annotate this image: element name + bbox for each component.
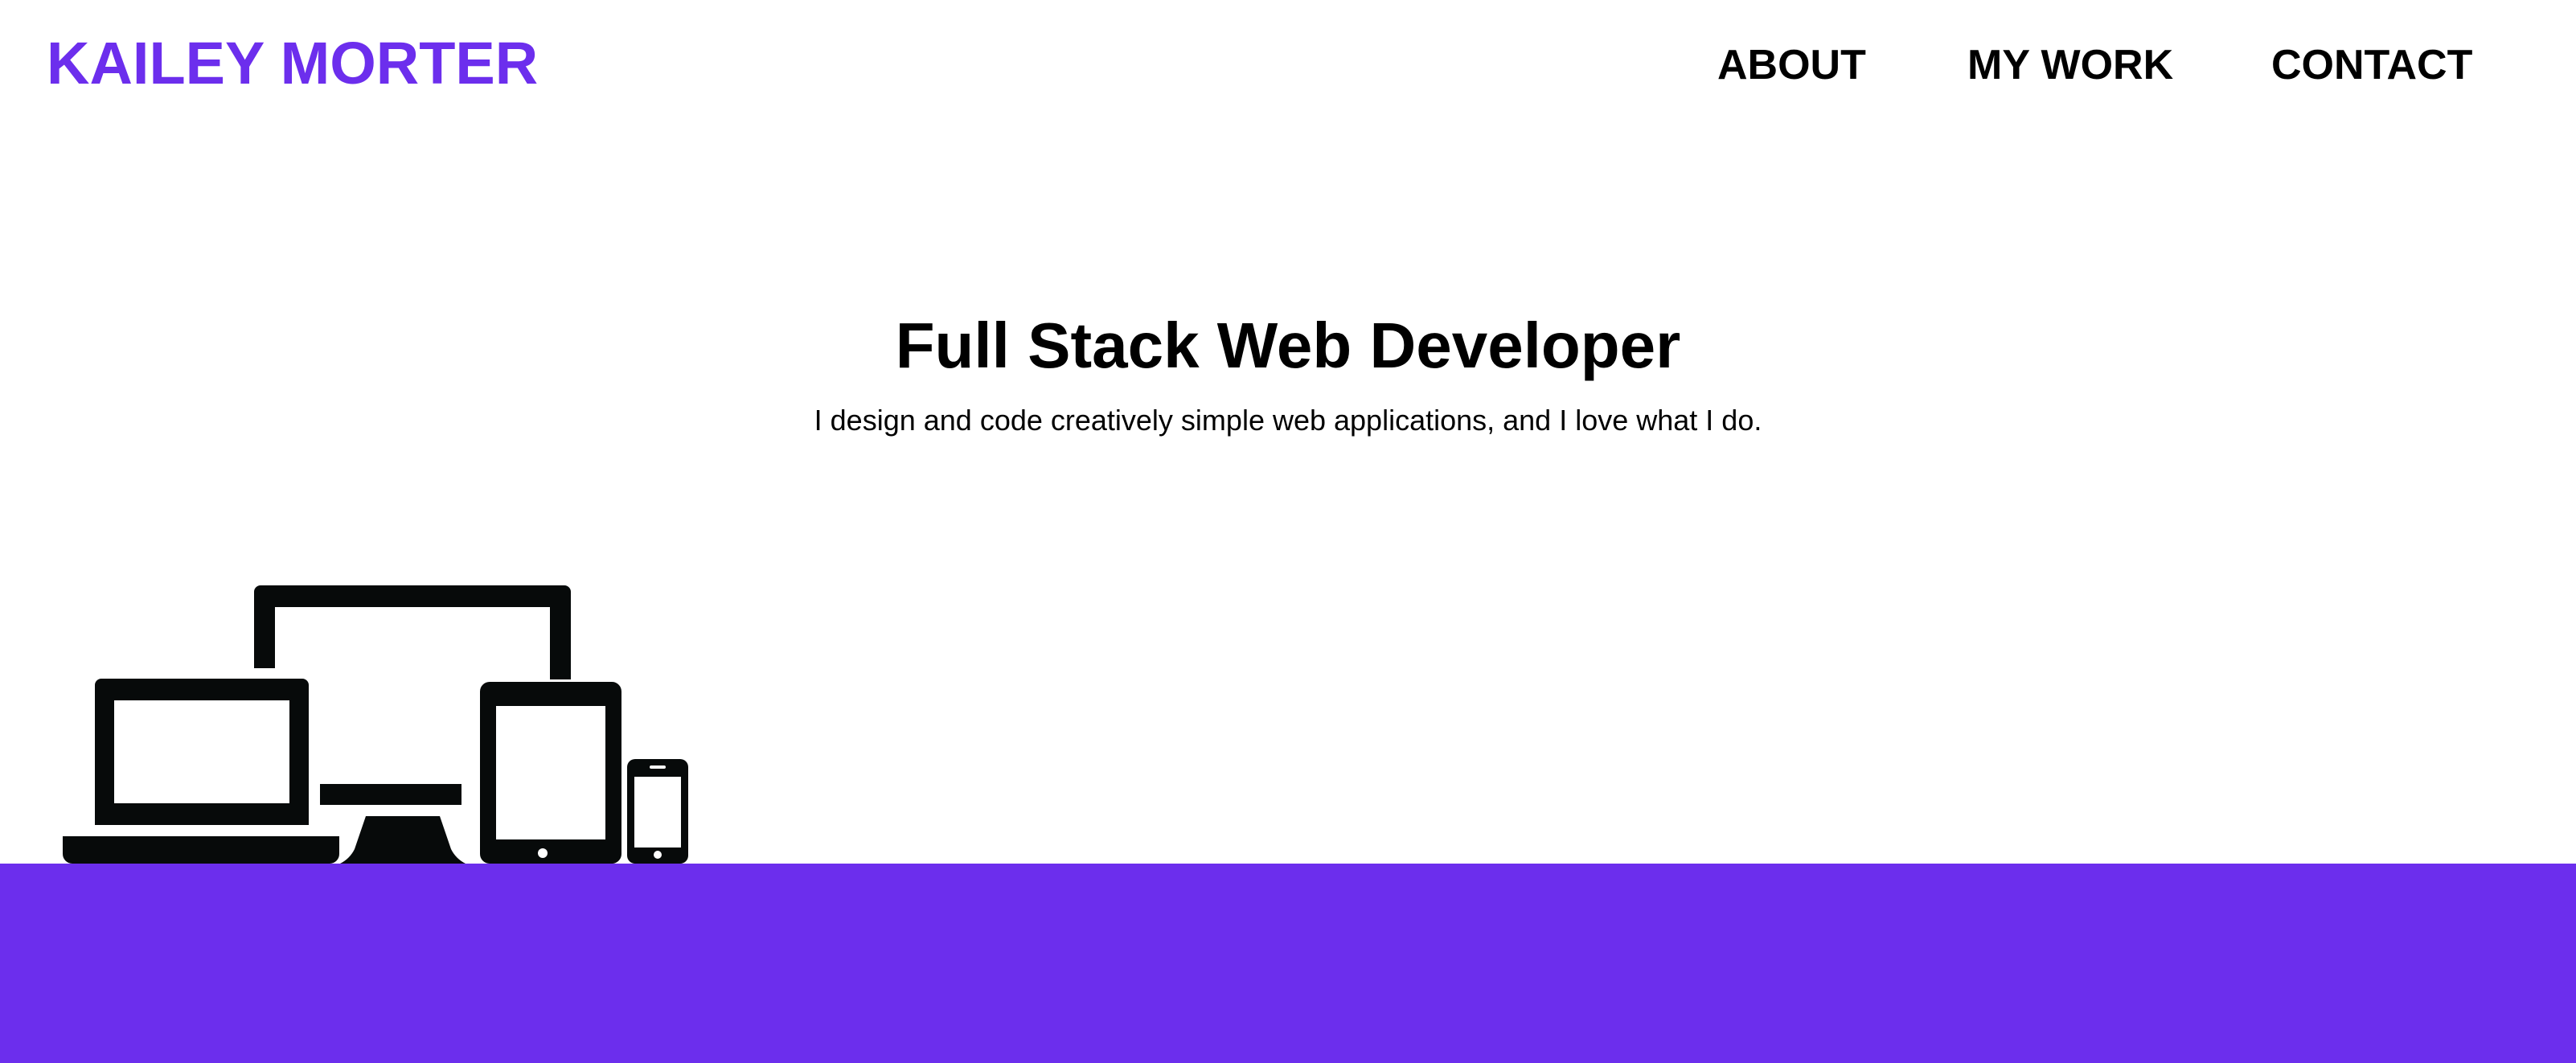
site-header: KAILEY MORTER ABOUT MY WORK CONTACT <box>0 0 2576 129</box>
nav-link-about[interactable]: ABOUT <box>1717 37 1866 93</box>
laptop-icon <box>63 679 339 864</box>
responsive-devices-icon <box>61 585 691 864</box>
footer-band <box>0 864 2576 1063</box>
hero-subtitle: I design and code creatively simple web … <box>814 404 1762 437</box>
phone-icon <box>627 759 688 864</box>
hero-section: Full Stack Web Developer I design and co… <box>0 306 2576 441</box>
hero-title: Full Stack Web Developer <box>895 310 1681 381</box>
nav-link-contact[interactable]: CONTACT <box>2271 37 2472 93</box>
main-nav: ABOUT MY WORK CONTACT <box>0 37 2576 93</box>
nav-link-my-work[interactable]: MY WORK <box>1967 37 2173 93</box>
tablet-icon <box>480 682 621 864</box>
